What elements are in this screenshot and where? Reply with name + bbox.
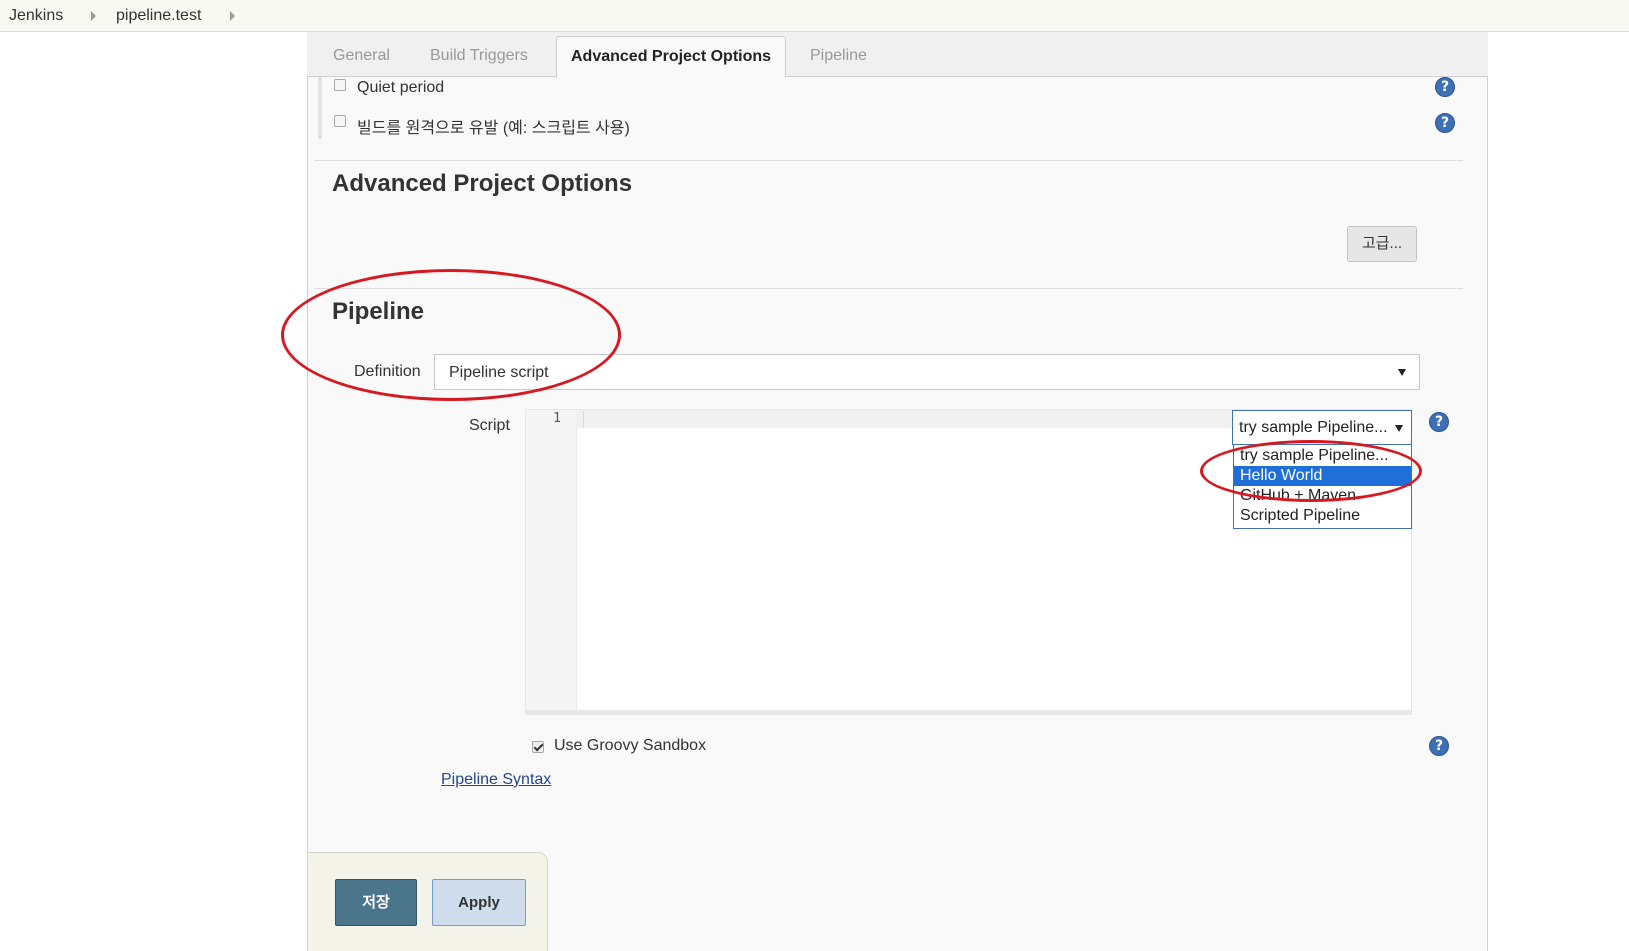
groovy-sandbox-label: Use Groovy Sandbox	[554, 737, 707, 754]
advanced-button[interactable]: 고급...	[1347, 226, 1417, 262]
dropdown-option[interactable]: GitHub + Maven	[1234, 486, 1411, 506]
editor-gutter: 1	[526, 410, 577, 714]
tab-general[interactable]: General	[319, 32, 404, 77]
definition-select[interactable]: Pipeline script	[434, 354, 1420, 390]
breadcrumb: Jenkins pipeline.test	[0, 0, 1629, 32]
apply-button[interactable]: Apply	[432, 879, 526, 926]
definition-label: Definition	[354, 363, 421, 380]
advanced-section-title: Advanced Project Options	[332, 170, 633, 197]
quiet-period-checkbox[interactable]	[334, 79, 346, 91]
editor-cursor	[583, 411, 584, 427]
chevron-right-icon	[91, 11, 96, 21]
chevron-right-icon[interactable]	[230, 11, 235, 21]
config-tabbar: General Build Triggers Advanced Project …	[307, 32, 1488, 78]
save-button[interactable]: 저장	[335, 879, 417, 926]
tab-pipeline[interactable]: Pipeline	[796, 32, 881, 77]
help-icon[interactable]: ?	[1429, 736, 1449, 756]
sample-pipeline-select[interactable]: try sample Pipeline...	[1232, 410, 1412, 445]
definition-select-value: Pipeline script	[449, 364, 549, 381]
pipeline-section-title: Pipeline	[332, 298, 425, 325]
help-icon[interactable]: ?	[1429, 412, 1449, 432]
dropdown-option[interactable]: try sample Pipeline...	[1234, 446, 1411, 466]
dropdown-option-selected[interactable]: Hello World	[1234, 466, 1411, 486]
pipeline-syntax-link[interactable]: Pipeline Syntax	[441, 771, 551, 789]
editor-resize-handle[interactable]	[526, 710, 1411, 714]
script-label: Script	[469, 417, 510, 434]
remote-trigger-checkbox[interactable]	[334, 115, 346, 127]
help-icon[interactable]: ?	[1435, 113, 1455, 133]
line-number: 1	[553, 411, 561, 426]
caret-down-icon	[1395, 425, 1403, 432]
tab-build-triggers[interactable]: Build Triggers	[416, 32, 542, 77]
section-divider	[314, 160, 1463, 161]
breadcrumb-item-job[interactable]: pipeline.test	[116, 7, 201, 25]
tab-advanced-project-options[interactable]: Advanced Project Options	[556, 36, 787, 78]
help-icon[interactable]: ?	[1435, 77, 1455, 97]
breadcrumb-item-jenkins[interactable]: Jenkins	[9, 7, 63, 25]
section-indent-bar	[318, 77, 322, 139]
section-divider	[314, 288, 1463, 289]
sample-pipeline-dropdown: try sample Pipeline... Hello World GitHu…	[1233, 444, 1412, 529]
remote-trigger-label: 빌드를 원격으로 유발 (예: 스크립트 사용)	[357, 120, 630, 137]
caret-down-icon	[1398, 369, 1406, 376]
sample-pipeline-select-value: try sample Pipeline...	[1239, 419, 1388, 436]
dropdown-option[interactable]: Scripted Pipeline	[1234, 506, 1411, 526]
groovy-sandbox-checkbox[interactable]	[532, 741, 544, 753]
quiet-period-label: Quiet period	[357, 79, 445, 96]
